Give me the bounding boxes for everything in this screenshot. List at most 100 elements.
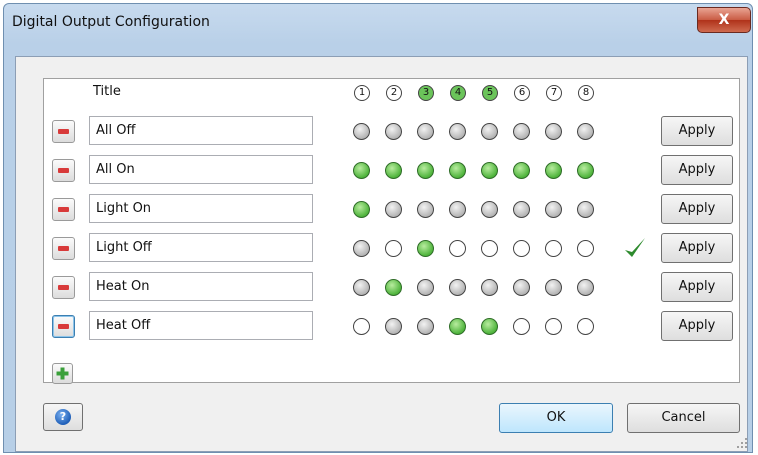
minus-icon	[58, 246, 69, 251]
configuration-row: All On Apply	[44, 154, 741, 188]
ok-button[interactable]: OK	[499, 403, 613, 433]
output-led-8-white[interactable]	[577, 318, 594, 335]
output-led-2-gray[interactable]	[385, 123, 402, 140]
output-led-7-white[interactable]	[545, 318, 562, 335]
output-led-6-white[interactable]	[513, 318, 530, 335]
close-button[interactable]: X	[697, 7, 751, 33]
output-led-2-gray[interactable]	[385, 318, 402, 335]
output-led-8-gray[interactable]	[577, 279, 594, 296]
channel-header-3: 3	[418, 85, 434, 101]
cancel-button[interactable]: Cancel	[627, 403, 740, 433]
window-title: Digital Output Configuration	[12, 14, 210, 30]
apply-button[interactable]: Apply	[661, 194, 733, 224]
output-led-4-gray[interactable]	[449, 201, 466, 218]
output-led-1-white[interactable]	[353, 318, 370, 335]
output-led-4-gray[interactable]	[449, 279, 466, 296]
output-led-6-white[interactable]	[513, 240, 530, 257]
remove-row-button[interactable]	[52, 159, 75, 182]
row-title-field[interactable]: Heat On	[89, 272, 313, 301]
output-led-6-green[interactable]	[513, 162, 530, 179]
output-led-1-gray[interactable]	[353, 240, 370, 257]
channel-header-4: 4	[450, 85, 466, 101]
output-led-3-gray[interactable]	[417, 318, 434, 335]
minus-icon	[58, 285, 69, 290]
channel-header-5: 5	[482, 85, 498, 101]
output-led-4-gray[interactable]	[449, 123, 466, 140]
configuration-row: Heat Off Apply	[44, 310, 741, 344]
output-led-5-white[interactable]	[481, 240, 498, 257]
output-led-5-gray[interactable]	[481, 201, 498, 218]
remove-row-button[interactable]	[52, 315, 75, 338]
output-led-5-green[interactable]	[481, 318, 498, 335]
output-led-2-green[interactable]	[385, 162, 402, 179]
output-led-3-green[interactable]	[417, 162, 434, 179]
close-icon: X	[718, 12, 730, 28]
row-title-field[interactable]: Light Off	[89, 233, 313, 262]
apply-button[interactable]: Apply	[661, 233, 733, 263]
row-title-field[interactable]: Light On	[89, 194, 313, 223]
add-row-button[interactable]	[52, 363, 73, 384]
channel-header-6: 6	[514, 85, 530, 101]
output-led-8-green[interactable]	[577, 162, 594, 179]
row-title-field[interactable]: Heat Off	[89, 311, 313, 340]
title-column-header: Title	[93, 84, 121, 99]
help-icon: ?	[55, 409, 71, 425]
configuration-row: Light On Apply	[44, 193, 741, 227]
help-button[interactable]: ?	[43, 403, 83, 431]
resize-grip-icon[interactable]	[736, 437, 748, 449]
output-led-3-gray[interactable]	[417, 279, 434, 296]
plus-icon	[56, 367, 69, 380]
output-led-3-green[interactable]	[417, 240, 434, 257]
channel-header-1: 1	[354, 85, 370, 101]
output-led-8-gray[interactable]	[577, 123, 594, 140]
output-led-6-gray[interactable]	[513, 123, 530, 140]
dialog-client-area: Title 12345678 All Off Apply All On Apply Li…	[15, 56, 748, 452]
row-title-field[interactable]: All Off	[89, 116, 313, 145]
output-led-8-gray[interactable]	[577, 201, 594, 218]
output-led-5-gray[interactable]	[481, 279, 498, 296]
output-led-8-white[interactable]	[577, 240, 594, 257]
apply-button[interactable]: Apply	[661, 272, 733, 302]
minus-icon	[58, 324, 69, 329]
output-led-7-gray[interactable]	[545, 201, 562, 218]
output-led-1-gray[interactable]	[353, 279, 370, 296]
output-led-4-green[interactable]	[449, 162, 466, 179]
remove-row-button[interactable]	[52, 276, 75, 299]
channel-header-8: 8	[578, 85, 594, 101]
checkmark-icon	[625, 238, 645, 257]
output-led-5-gray[interactable]	[481, 123, 498, 140]
output-led-7-gray[interactable]	[545, 279, 562, 296]
output-led-2-white[interactable]	[385, 240, 402, 257]
output-led-2-gray[interactable]	[385, 201, 402, 218]
remove-row-button[interactable]	[52, 120, 75, 143]
output-led-1-green[interactable]	[353, 201, 370, 218]
apply-button[interactable]: Apply	[661, 311, 733, 341]
apply-button[interactable]: Apply	[661, 116, 733, 146]
minus-icon	[58, 168, 69, 173]
channel-header-7: 7	[546, 85, 562, 101]
output-led-1-green[interactable]	[353, 162, 370, 179]
remove-row-button[interactable]	[52, 198, 75, 221]
output-led-5-green[interactable]	[481, 162, 498, 179]
configuration-row: Heat On Apply	[44, 271, 741, 305]
apply-button[interactable]: Apply	[661, 155, 733, 185]
window-frame: Digital Output Configuration X Title 123…	[3, 3, 753, 453]
output-led-2-green[interactable]	[385, 279, 402, 296]
output-led-3-gray[interactable]	[417, 123, 434, 140]
output-led-7-white[interactable]	[545, 240, 562, 257]
row-title-field[interactable]: All On	[89, 155, 313, 184]
output-led-3-gray[interactable]	[417, 201, 434, 218]
output-led-7-green[interactable]	[545, 162, 562, 179]
remove-row-button[interactable]	[52, 237, 75, 260]
minus-icon	[58, 129, 69, 134]
minus-icon	[58, 207, 69, 212]
output-led-6-gray[interactable]	[513, 279, 530, 296]
dialog-window: Digital Output Configuration X Title 123…	[0, 0, 758, 455]
output-led-7-gray[interactable]	[545, 123, 562, 140]
output-led-4-green[interactable]	[449, 318, 466, 335]
output-led-4-white[interactable]	[449, 240, 466, 257]
channel-header-2: 2	[386, 85, 402, 101]
output-led-1-gray[interactable]	[353, 123, 370, 140]
configuration-row: All Off Apply	[44, 115, 741, 149]
output-led-6-gray[interactable]	[513, 201, 530, 218]
